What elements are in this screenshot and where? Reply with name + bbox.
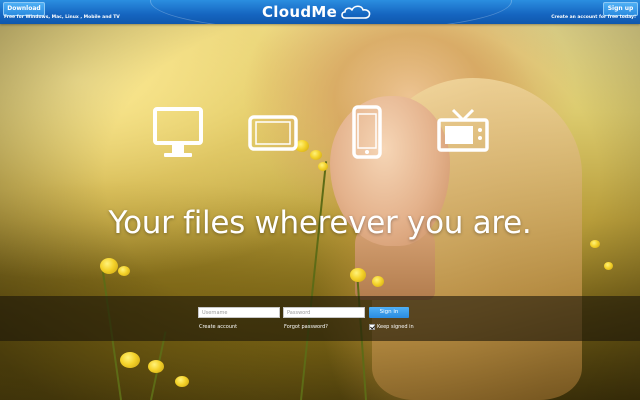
flower bbox=[120, 352, 140, 368]
signup-tagline: Create an account for free today! bbox=[551, 15, 636, 20]
cloud-logo-icon bbox=[341, 5, 371, 19]
signup-button[interactable]: Sign up bbox=[603, 2, 638, 16]
password-input[interactable] bbox=[283, 307, 365, 318]
flower bbox=[372, 276, 384, 287]
flower bbox=[100, 258, 118, 274]
keep-signed-in-label: Keep signed in bbox=[377, 324, 414, 330]
top-bar: Download Free for Windows, Mac, Linux , … bbox=[0, 0, 640, 24]
flower bbox=[175, 376, 189, 387]
flower bbox=[148, 360, 164, 373]
keep-signed-in-checkbox[interactable] bbox=[369, 324, 375, 330]
download-tagline: Free for Windows, Mac, Linux , Mobile an… bbox=[4, 15, 120, 20]
flower bbox=[350, 268, 366, 282]
flower bbox=[604, 262, 613, 270]
logo-text: CloudMe bbox=[262, 3, 338, 21]
username-input[interactable] bbox=[198, 307, 280, 318]
tv-icon bbox=[437, 108, 489, 152]
desktop-monitor-icon bbox=[153, 107, 203, 157]
forgot-password-link[interactable]: Forgot password? bbox=[284, 324, 328, 330]
keep-signed-in[interactable]: Keep signed in bbox=[369, 324, 414, 330]
flower bbox=[590, 240, 600, 248]
download-button[interactable]: Download bbox=[3, 2, 45, 16]
smartphone-icon bbox=[352, 105, 382, 159]
cloudme-logo[interactable]: CloudMe bbox=[262, 3, 374, 21]
create-account-link[interactable]: Create account bbox=[199, 324, 237, 330]
signin-button[interactable]: Sign in bbox=[369, 307, 409, 318]
tablet-landscape-icon bbox=[248, 115, 298, 151]
flower bbox=[118, 266, 130, 276]
flower bbox=[318, 162, 328, 171]
flower bbox=[310, 150, 322, 160]
login-band bbox=[0, 296, 640, 341]
hero-headline: Your files wherever you are. bbox=[108, 205, 532, 241]
